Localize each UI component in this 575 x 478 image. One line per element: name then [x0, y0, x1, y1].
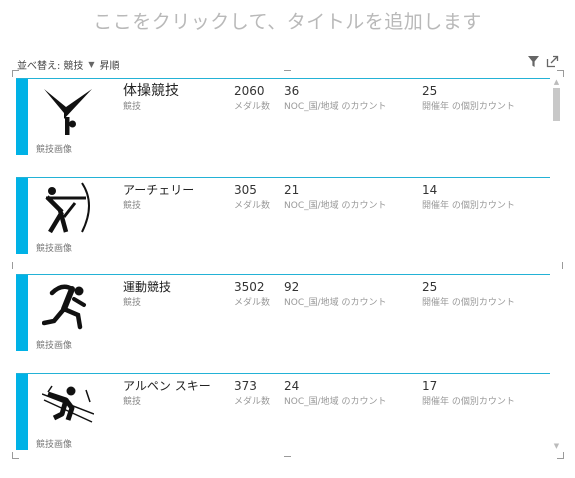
year-count-label: 開催年 の個別カウント [422, 201, 515, 211]
card-athletics[interactable]: 競技画像 運動競技 競技 3502 メダル数 92 NOC_国/地域 のカウント… [16, 274, 550, 352]
scroll-down-icon[interactable]: ▼ [552, 442, 561, 450]
frame-resize-handle[interactable] [284, 70, 291, 71]
medal-count-value: 3502 [234, 280, 265, 294]
card-accent-bar [16, 178, 28, 254]
card-archery[interactable]: 競技画像 アーチェリー 競技 305 メダル数 21 NOC_国/地域 のカウン… [16, 177, 550, 255]
card-accent-bar [16, 275, 28, 351]
frame-corner[interactable] [12, 70, 19, 77]
card-title: アーチェリー [123, 183, 195, 197]
vertical-scrollbar[interactable]: ▲ ▼ [552, 78, 561, 450]
card-accent-bar [16, 79, 28, 155]
sort-control[interactable]: 並べ替え: 競技 ▼ 昇順 [17, 57, 120, 72]
scroll-up-icon[interactable]: ▲ [552, 78, 561, 86]
image-caption: 競技画像 [36, 244, 73, 254]
year-count-value: 25 [422, 280, 438, 294]
frame-corner[interactable] [557, 452, 564, 459]
sort-label: 並べ替え: [17, 61, 61, 72]
noc-count-value: 92 [284, 280, 300, 294]
image-caption: 競技画像 [36, 440, 73, 450]
chevron-down-icon[interactable]: ▼ [88, 60, 94, 69]
title-placeholder[interactable]: ここをクリックして、タイトルを追加します [0, 7, 575, 34]
card-subtitle: 競技 [123, 102, 142, 112]
card-title: 体操競技 [123, 83, 179, 99]
frame-resize-handle[interactable] [284, 456, 291, 457]
card-accent-bar [16, 374, 28, 450]
sort-field[interactable]: 競技 [63, 57, 83, 72]
noc-count-value: 24 [284, 379, 300, 393]
medal-count-value: 2060 [234, 84, 265, 98]
alpine-skiing-pictogram-icon [42, 385, 94, 423]
year-count-value: 14 [422, 183, 438, 197]
sort-order[interactable]: 昇順 [100, 57, 120, 72]
card-gymnastics[interactable]: 競技画像 体操競技 競技 2060 メダル数 36 NOC_国/地域 のカウント… [16, 78, 550, 156]
noc-count-value: 36 [284, 84, 300, 98]
image-caption: 競技画像 [36, 145, 73, 155]
card-title: アルペン スキー [123, 379, 211, 393]
card-title: 運動競技 [123, 280, 172, 294]
year-count-value: 25 [422, 84, 438, 98]
card-subtitle: 競技 [123, 397, 142, 407]
noc-count-value: 21 [284, 183, 300, 197]
expand-icon[interactable] [546, 55, 559, 68]
frame-resize-handle[interactable] [12, 262, 13, 269]
noc-count-label: NOC_国/地域 のカウント [284, 201, 387, 211]
gymnastics-pictogram-icon [44, 89, 92, 135]
archery-pictogram-icon [45, 182, 90, 234]
year-count-label: 開催年 の個別カウント [422, 102, 515, 112]
year-count-value: 17 [422, 379, 438, 393]
noc-count-label: NOC_国/地域 のカウント [284, 298, 387, 308]
filter-icon[interactable] [527, 55, 540, 68]
noc-count-label: NOC_国/地域 のカウント [284, 102, 387, 112]
image-caption: 競技画像 [36, 341, 73, 351]
year-count-label: 開催年 の個別カウント [422, 397, 515, 407]
athletics-pictogram-icon [42, 284, 86, 330]
scrollbar-thumb[interactable] [553, 88, 560, 121]
medal-count-label: メダル数 [234, 201, 271, 211]
visual-toolbar [527, 55, 559, 68]
frame-resize-handle[interactable] [562, 262, 563, 269]
card-subtitle: 競技 [123, 298, 142, 308]
frame-corner[interactable] [12, 452, 19, 459]
noc-count-label: NOC_国/地域 のカウント [284, 397, 387, 407]
medal-count-label: メダル数 [234, 102, 271, 112]
card-alpine-skiing[interactable]: 競技画像 アルペン スキー 競技 373 メダル数 24 NOC_国/地域 のカ… [16, 373, 550, 451]
medal-count-label: メダル数 [234, 298, 271, 308]
frame-corner[interactable] [557, 70, 564, 77]
card-subtitle: 競技 [123, 201, 142, 211]
medal-count-label: メダル数 [234, 397, 271, 407]
medal-count-value: 305 [234, 183, 257, 197]
medal-count-value: 373 [234, 379, 257, 393]
year-count-label: 開催年 の個別カウント [422, 298, 515, 308]
